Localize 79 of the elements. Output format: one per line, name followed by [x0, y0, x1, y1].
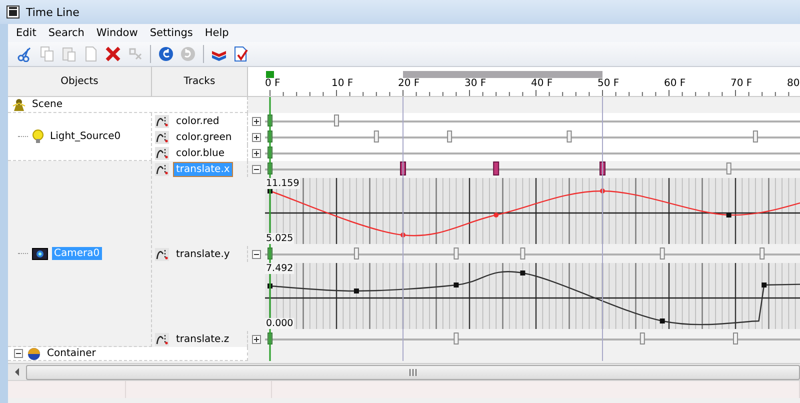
keyframe-marker[interactable] — [268, 130, 272, 142]
expand-toggle[interactable] — [252, 334, 261, 344]
frame-label: 20 F — [398, 78, 420, 89]
keyframe-marker[interactable] — [726, 162, 732, 174]
expand-toggle[interactable] — [252, 148, 261, 158]
keyframe-marker[interactable] — [334, 114, 339, 126]
curve-point[interactable] — [454, 282, 459, 288]
keyframe-marker[interactable] — [640, 332, 645, 344]
expand-toggle[interactable] — [252, 164, 261, 174]
light-bulb-icon — [32, 128, 44, 144]
menu-item[interactable]: Edit — [10, 27, 42, 39]
keyframe-marker[interactable] — [268, 332, 272, 344]
value-label: 11.159 — [265, 178, 300, 189]
keyframe-marker[interactable] — [268, 114, 272, 126]
frame-label: 60 F — [664, 78, 686, 89]
value-label: 7.492 — [265, 263, 294, 274]
camera-icon — [32, 247, 48, 260]
curve-icon — [155, 114, 169, 128]
keyframe-marker[interactable] — [454, 332, 459, 344]
curve-point[interactable] — [660, 318, 665, 324]
collapse-toggle[interactable] — [14, 349, 23, 358]
menu-item[interactable]: Settings — [144, 27, 199, 39]
frame-label: 30 F — [464, 78, 486, 89]
keyframe-marker[interactable] — [760, 248, 765, 260]
menu-item[interactable]: Window — [90, 27, 144, 39]
column-header[interactable]: Tracks — [152, 67, 248, 97]
keyframe-marker[interactable] — [566, 130, 572, 142]
expand-toggle[interactable] — [252, 132, 261, 142]
scene-icon — [12, 98, 26, 112]
selected-keyframe-marker[interactable] — [493, 162, 500, 176]
menu-item[interactable]: Help — [198, 27, 235, 39]
curve-icon — [155, 130, 169, 144]
tree-item[interactable]: Scene — [30, 98, 64, 111]
timeline-ruler[interactable]: 0 F 10 F 20 F 30 F 40 F 50 F 60 F 70 F 80 — [248, 67, 800, 97]
curve-point[interactable] — [726, 212, 732, 218]
keyframe-marker[interactable] — [447, 130, 452, 142]
tree-item[interactable]: Light_Source0 — [48, 130, 123, 143]
keyframe-marker[interactable] — [733, 332, 738, 344]
curve-icon — [155, 248, 169, 260]
keyframe-marker[interactable] — [374, 130, 379, 142]
frame-label: 70 F — [730, 78, 752, 89]
value-label: 5.025 — [265, 233, 294, 244]
document-check-icon[interactable] — [232, 45, 250, 63]
curve-icon — [155, 332, 169, 346]
curve-icon — [155, 162, 169, 176]
frame-label: 80 — [787, 78, 800, 89]
curve-point[interactable] — [494, 212, 499, 218]
playhead-handle[interactable] — [266, 71, 274, 78]
undo-icon[interactable] — [157, 45, 175, 63]
keyframe-marker[interactable] — [660, 248, 665, 260]
value-label: 0.000 — [265, 318, 294, 329]
curve-point[interactable] — [354, 288, 359, 294]
track-name[interactable]: translate.y — [174, 248, 232, 260]
keyframe-marker[interactable] — [752, 130, 758, 142]
track-name[interactable]: translate.z — [174, 332, 232, 346]
keyframe-marker[interactable] — [454, 248, 459, 260]
keyframe-marker[interactable] — [268, 248, 272, 260]
frame-label: 40 F — [531, 78, 553, 89]
scroll-left-arrow-icon[interactable] — [14, 368, 20, 376]
selected-keyframe-marker[interactable] — [400, 162, 406, 176]
frame-label: 10 F — [332, 78, 354, 89]
keyframe-marker[interactable] — [520, 248, 526, 260]
frame-label: 50 F — [598, 78, 620, 89]
frame-label: 0 F — [265, 78, 280, 89]
expand-toggle[interactable] — [252, 250, 261, 258]
curve-point[interactable] — [520, 270, 526, 276]
curve-icon — [155, 146, 169, 160]
keyframe-marker[interactable] — [268, 162, 272, 174]
keyframe-marker[interactable] — [354, 248, 359, 260]
window-title: Time Line — [26, 6, 80, 18]
curve-point[interactable] — [762, 282, 767, 288]
menu-item[interactable]: Search — [42, 27, 90, 39]
selected-keyframe-marker[interactable] — [600, 162, 606, 176]
keyframe-marker[interactable] — [268, 146, 272, 158]
sphere-icon — [27, 346, 41, 360]
delete-icon[interactable] — [104, 45, 122, 63]
column-header[interactable]: Objects — [8, 67, 152, 97]
expand-toggle[interactable] — [252, 116, 261, 126]
grip-icon — [408, 368, 418, 376]
